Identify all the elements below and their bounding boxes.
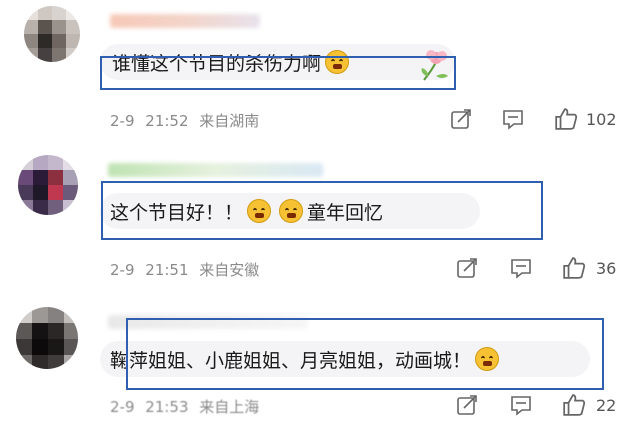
comment-meta: 2-9 21:51 来自安徽 <box>110 259 265 280</box>
comment-time: 21:53 <box>145 398 189 416</box>
like-count: 102 <box>586 110 617 129</box>
username-blurred[interactable] <box>108 163 323 177</box>
share-icon[interactable] <box>456 394 478 416</box>
comment-location: 来自安徽 <box>199 261 260 279</box>
comment-date: 2-9 <box>110 398 135 416</box>
highlight-box <box>126 318 604 390</box>
highlight-box <box>101 181 543 240</box>
comment-date: 2-9 <box>110 261 135 279</box>
comment-location: 来自湖南 <box>199 112 260 130</box>
comment-date: 2-9 <box>110 112 135 130</box>
comment-location: 来自上海 <box>199 398 260 416</box>
comment-time: 21:51 <box>145 261 189 279</box>
comment-time: 21:52 <box>145 112 189 130</box>
like-icon[interactable] <box>562 393 586 417</box>
like-count: 22 <box>596 396 617 415</box>
avatar[interactable] <box>18 155 78 215</box>
comment-item: 谁懂这个节目的杀伤力啊 2-9 21:52 来自湖南 102 <box>0 0 640 145</box>
comment-icon[interactable] <box>502 108 524 130</box>
share-icon[interactable] <box>456 257 478 279</box>
comment-item: 鞠萍姐姐、小鹿姐姐、月亮姐姐，动画城！ 2-9 21:53 来自上海 22 <box>0 295 640 441</box>
comment-icon[interactable] <box>510 394 532 416</box>
like-icon[interactable] <box>554 107 578 131</box>
like-count: 36 <box>596 259 617 278</box>
highlight-box <box>100 56 456 90</box>
share-icon[interactable] <box>450 108 472 130</box>
comment-item: 这个节目好！！ 童年回忆 2-9 21:51 来自安徽 36 <box>0 145 640 295</box>
avatar[interactable] <box>16 307 78 369</box>
comment-meta: 2-9 21:52 来自湖南 <box>110 110 265 131</box>
comment-icon[interactable] <box>510 257 532 279</box>
avatar[interactable] <box>24 6 80 62</box>
username-blurred[interactable] <box>110 14 260 28</box>
comment-meta: 2-9 21:53 来自上海 <box>110 396 265 417</box>
like-icon[interactable] <box>562 256 586 280</box>
